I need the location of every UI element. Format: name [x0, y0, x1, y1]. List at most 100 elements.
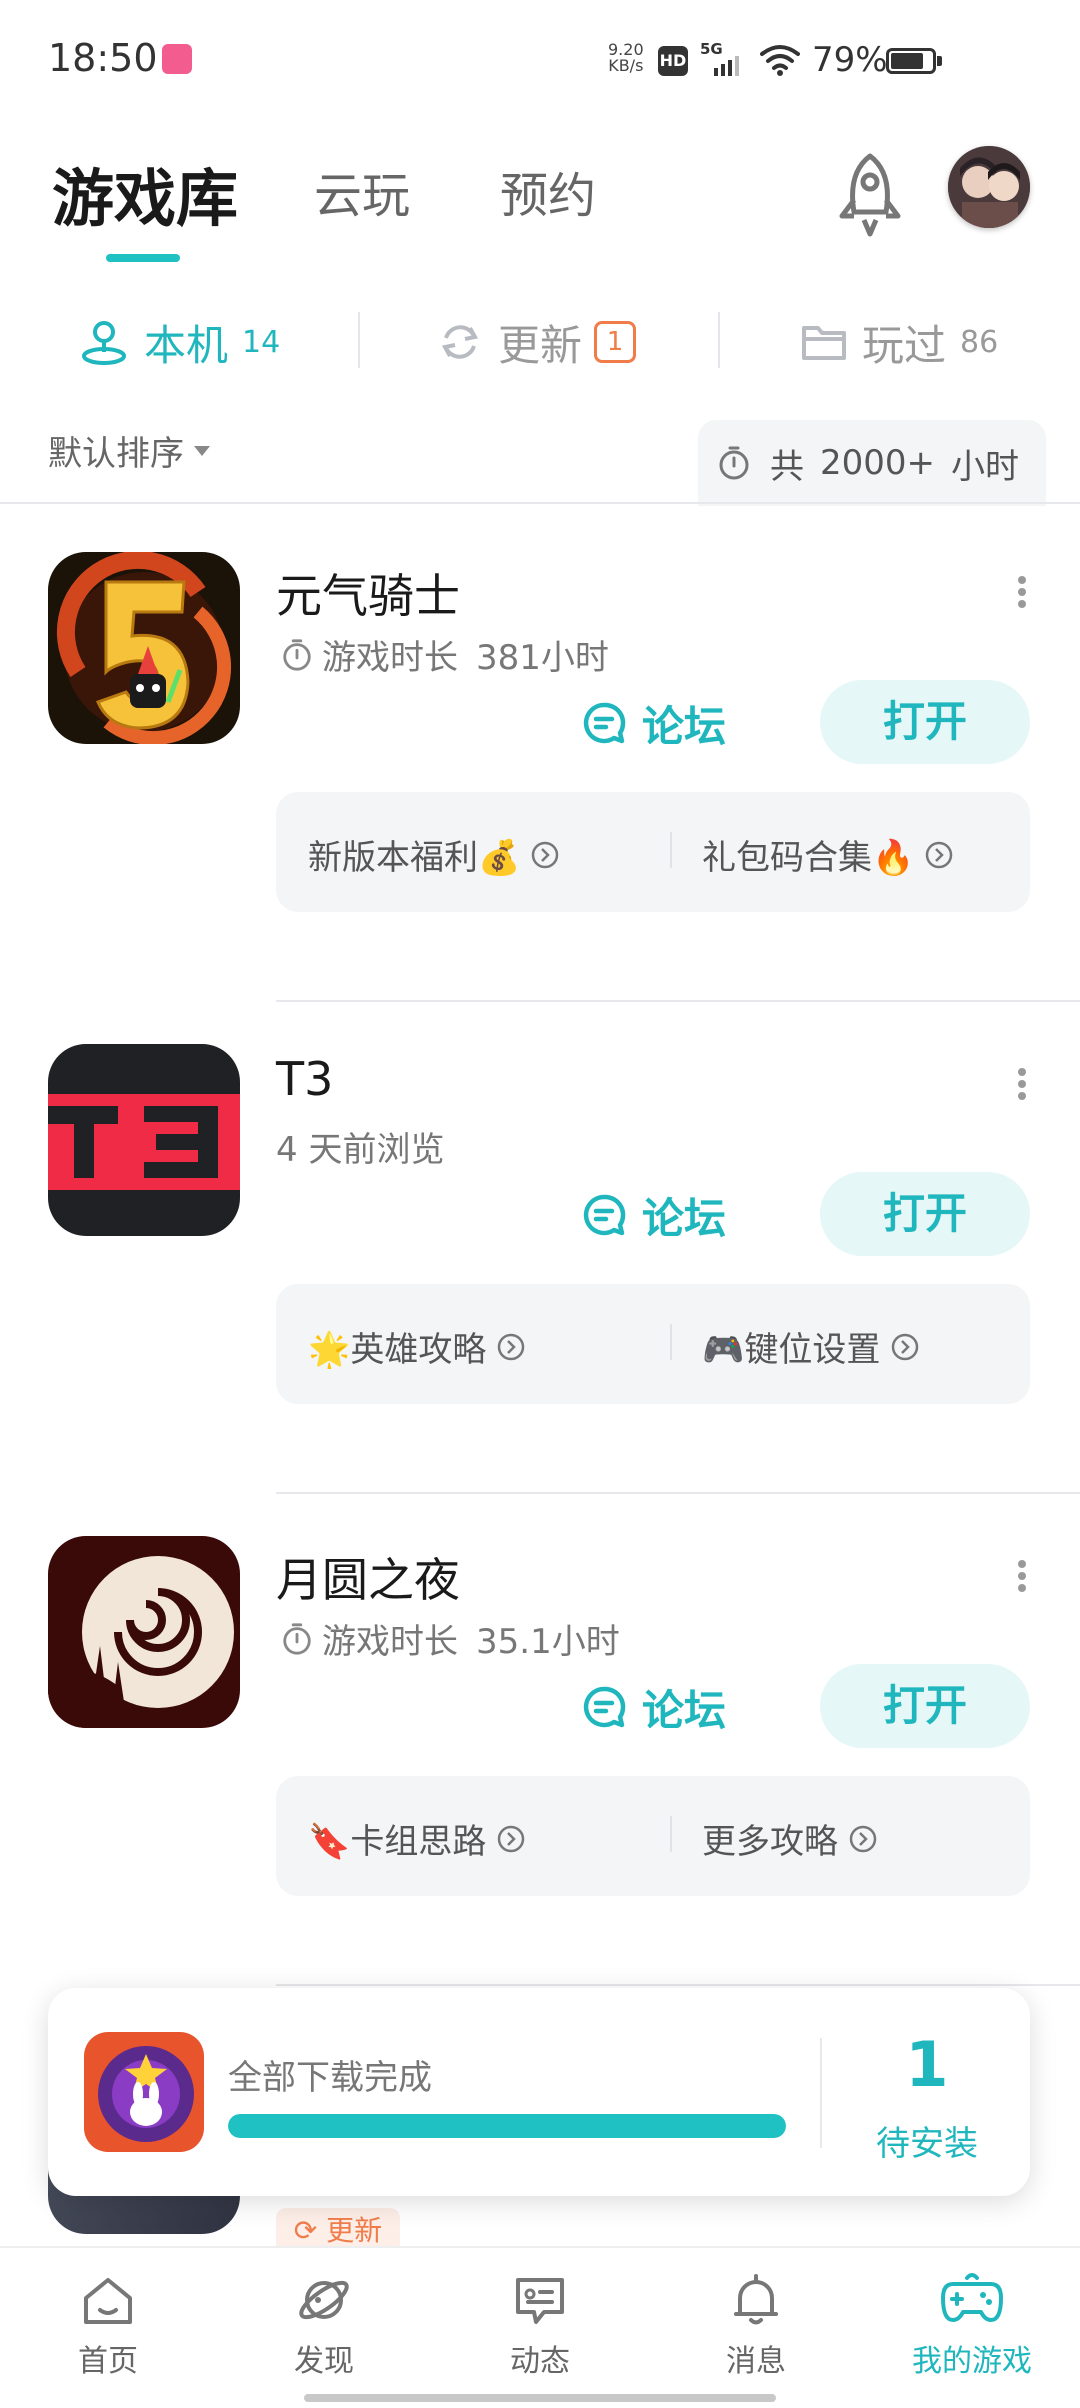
filter-update-label: 更新: [498, 320, 583, 370]
battery-icon: [886, 48, 942, 74]
open-game-button[interactable]: 打开: [820, 1172, 1030, 1256]
quick-link-key-settings[interactable]: 🎮键位设置: [702, 1322, 920, 1371]
forum-label: 论坛: [642, 701, 727, 751]
network-speed-unit: KB/s: [608, 56, 644, 75]
top-tab-bar: 游戏库 云玩 预约: [0, 140, 1080, 270]
quick-link-more-guides[interactable]: 更多攻略: [702, 1814, 878, 1863]
more-options-icon[interactable]: [1010, 1064, 1034, 1114]
update-badge-label: 更新: [326, 2214, 383, 2247]
forum-button[interactable]: 论坛: [580, 688, 726, 758]
filter-local-label: 本机: [144, 320, 229, 370]
nav-messages[interactable]: 消息: [676, 2270, 836, 2380]
timer-icon: [283, 1622, 311, 1655]
tab-reservations[interactable]: 预约: [500, 156, 596, 226]
sort-label: 默认排序: [48, 434, 184, 474]
more-options-icon[interactable]: [1010, 572, 1034, 622]
quick-link-hero-guide[interactable]: 🌟英雄攻略: [308, 1322, 526, 1371]
user-avatar[interactable]: [948, 146, 1030, 228]
chevron-circle-icon: [498, 1825, 525, 1852]
hd-icon: HD: [658, 46, 688, 76]
game-title[interactable]: 月圆之夜: [276, 1544, 460, 1610]
chevron-circle-icon: [926, 841, 953, 868]
filter-played-label: 玩过: [862, 320, 947, 370]
total-playtime-value: 2000+: [820, 443, 936, 483]
quick-link-label: 新版本福利💰: [308, 838, 521, 878]
nav-my-games-label: 我的游戏: [912, 2344, 1032, 2379]
quick-link-divider: [670, 1324, 672, 1360]
quick-links: 新版本福利💰 礼包码合集🔥: [276, 792, 1030, 912]
status-time: 18:50: [48, 36, 158, 80]
chevron-circle-icon: [849, 1825, 877, 1852]
pending-install-label: 待安装: [876, 2124, 978, 2164]
game-card-yuanqi: 元气骑士 游戏时长 381小时 论坛 打开 新版本福利💰 礼包码合集🔥: [0, 512, 1080, 1002]
quick-link-benefits[interactable]: 新版本福利💰: [308, 830, 560, 879]
status-bar: 18:50 9.20 KB/s HD 5G 79%: [0, 0, 1080, 120]
filter-local[interactable]: 本机 14: [78, 314, 280, 370]
avatar-image: [948, 146, 1030, 228]
quick-link-label: 🌟英雄攻略: [308, 1330, 487, 1370]
rocket-icon[interactable]: [830, 150, 910, 240]
download-status-title: 全部下载完成: [228, 2058, 432, 2098]
full-moon-night-icon: [48, 1536, 240, 1728]
network-speed: 9.20 KB/s: [608, 42, 644, 74]
sort-divider: [0, 502, 1080, 504]
total-playtime-unit: 小时: [951, 446, 1020, 487]
refresh-icon: [441, 325, 479, 359]
download-progress-fill: [228, 2114, 786, 2138]
nav-discover[interactable]: 发现: [244, 2270, 404, 2380]
game-title[interactable]: T3: [276, 1052, 333, 1106]
game-playtime: 游戏时长 35.1小时: [280, 1614, 620, 1663]
download-panel[interactable]: 全部下载完成 1 待安装: [48, 1988, 1030, 2196]
network-type: 5G: [700, 40, 723, 58]
chevron-circle-icon: [532, 841, 559, 868]
forum-button[interactable]: 论坛: [580, 1672, 726, 1742]
game-icon-yuanqi[interactable]: [48, 552, 240, 744]
forum-label: 论坛: [642, 1193, 727, 1243]
nav-home[interactable]: 首页: [28, 2270, 188, 2380]
filter-played[interactable]: 玩过 86: [800, 314, 998, 370]
gamepad-icon: [941, 2273, 1003, 2322]
tab-cloud-play[interactable]: 云玩: [314, 156, 410, 226]
game-last-viewed: 4 天前浏览: [276, 1122, 444, 1171]
forum-button[interactable]: 论坛: [580, 1180, 726, 1250]
planet-icon: [299, 2280, 349, 2320]
timer-icon: [283, 638, 311, 671]
sort-dropdown[interactable]: 默认排序: [48, 426, 210, 475]
battery-percent: 79%: [812, 40, 888, 80]
download-progress-bar: [228, 2114, 786, 2138]
game-card-yueyuan: 月圆之夜 游戏时长 35.1小时 论坛 打开 🔖卡组思路 更多攻略: [0, 1496, 1080, 1986]
quick-link-label: 🎮键位设置: [702, 1330, 881, 1370]
playtime-label: 游戏时长: [322, 638, 458, 678]
bell-icon: [734, 2274, 778, 2325]
quick-link-label: 🔖卡组思路: [308, 1822, 487, 1862]
nav-feed[interactable]: 动态: [460, 2270, 620, 2380]
forum-label: 论坛: [642, 1685, 727, 1735]
card-divider: [276, 1984, 1080, 1986]
caret-down-icon: [194, 445, 210, 456]
quick-link-gift-codes[interactable]: 礼包码合集🔥: [702, 830, 954, 879]
active-tab-indicator: [106, 254, 180, 262]
game-icon-yueyuan[interactable]: [48, 1536, 240, 1728]
tab-game-library[interactable]: 游戏库: [52, 148, 238, 238]
nav-feed-label: 动态: [510, 2344, 570, 2379]
home-icon: [84, 2278, 132, 2324]
playtime-value: 35.1小时: [476, 1622, 620, 1662]
card-divider: [276, 1000, 1080, 1002]
t3-icon: [48, 1044, 240, 1236]
nav-messages-label: 消息: [726, 2344, 786, 2379]
filter-update[interactable]: 更新 1: [436, 314, 637, 370]
quick-link-deck-ideas[interactable]: 🔖卡组思路: [308, 1814, 526, 1863]
filter-divider: [358, 312, 360, 368]
more-options-icon[interactable]: [1010, 1556, 1034, 1606]
quick-link-label: 礼包码合集🔥: [702, 838, 915, 878]
total-playtime: 共 2000+ 小时: [698, 420, 1046, 506]
game-icon-t3[interactable]: [48, 1044, 240, 1236]
open-game-button[interactable]: 打开: [820, 1664, 1030, 1748]
chat-bubble-icon: [583, 1194, 626, 1236]
timer-icon: [719, 446, 749, 480]
open-game-button[interactable]: 打开: [820, 680, 1030, 764]
filter-row: 本机 14 更新 1 玩过 86: [0, 290, 1080, 390]
signal-5g-icon: 5G: [700, 40, 739, 76]
game-title[interactable]: 元气骑士: [276, 560, 460, 626]
nav-my-games[interactable]: 我的游戏: [892, 2270, 1052, 2380]
